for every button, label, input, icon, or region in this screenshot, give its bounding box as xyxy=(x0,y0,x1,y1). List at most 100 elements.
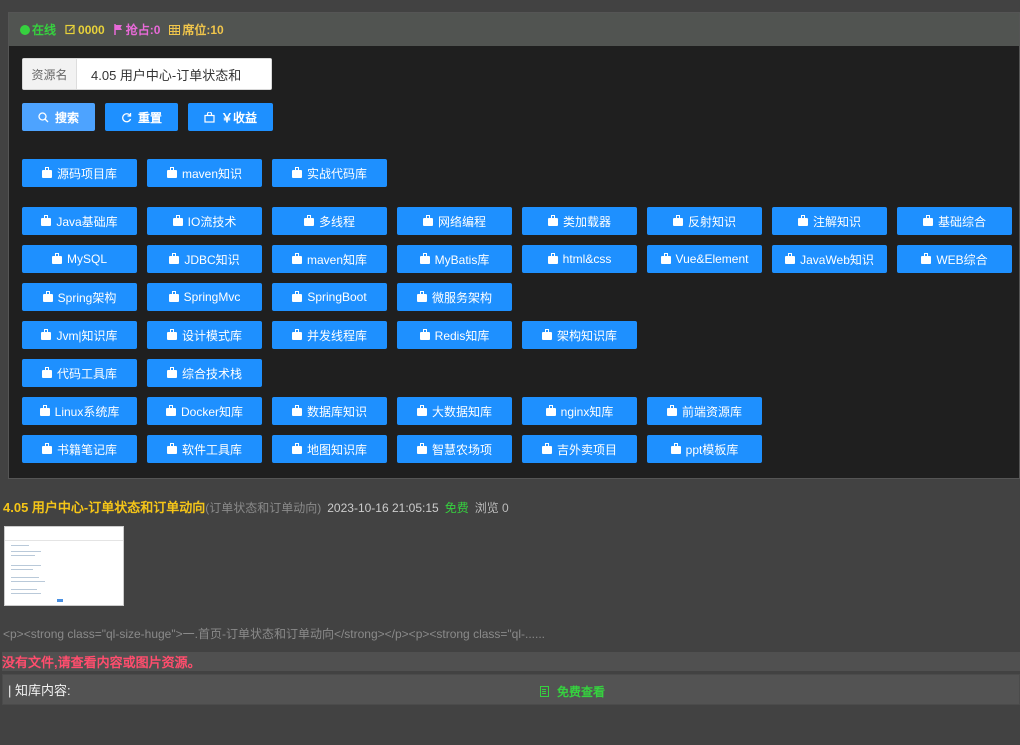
briefcase-icon xyxy=(416,405,427,416)
category-tag[interactable]: 基础综合 xyxy=(897,207,1012,235)
category-tag[interactable]: 吉外卖项目 xyxy=(522,435,637,463)
tag-row: Spring架构 SpringMvc SpringBoot 微服务架构 xyxy=(22,283,1012,311)
search-icon xyxy=(38,111,49,122)
briefcase-icon xyxy=(165,405,176,416)
category-tag[interactable]: 书籍笔记库 xyxy=(22,435,137,463)
category-tag[interactable]: 反射知识 xyxy=(647,207,762,235)
briefcase-icon xyxy=(291,405,302,416)
category-tag-label: 实战代码库 xyxy=(306,166,367,181)
category-tag[interactable]: JavaWeb知识 xyxy=(772,245,887,273)
tag-row: 源码项目库 maven知识 实战代码库 xyxy=(22,159,1012,187)
briefcase-icon xyxy=(41,215,52,226)
result-thumbnail[interactable] xyxy=(4,526,124,606)
briefcase-icon xyxy=(670,443,681,454)
category-tag[interactable]: 数据库知识 xyxy=(272,397,387,425)
category-tag[interactable]: nginx知库 xyxy=(522,397,637,425)
result-date: 2023-10-16 21:05:15 xyxy=(327,501,439,515)
category-tag[interactable]: MyBatis库 xyxy=(397,245,512,273)
category-tag-label: Redis知库 xyxy=(434,328,490,343)
thumbnail-pager xyxy=(57,599,63,602)
reset-button[interactable]: 重置 xyxy=(105,103,178,131)
search-input[interactable] xyxy=(77,59,271,89)
category-tag[interactable]: 并发线程库 xyxy=(272,321,387,349)
category-tag-label: ppt模板库 xyxy=(685,442,739,457)
category-tag[interactable]: ppt模板库 xyxy=(647,435,762,463)
briefcase-icon xyxy=(416,443,427,454)
briefcase-icon xyxy=(169,253,180,264)
category-tag[interactable]: IO流技术 xyxy=(147,207,262,235)
category-tag[interactable]: 大数据知库 xyxy=(397,397,512,425)
category-tag[interactable]: SpringMvc xyxy=(147,283,262,311)
category-tag[interactable]: 架构知识库 xyxy=(522,321,637,349)
briefcase-icon xyxy=(168,291,179,302)
edit-icon xyxy=(65,24,75,35)
count-status: 0000 xyxy=(65,23,105,37)
count-label: 0000 xyxy=(78,22,105,37)
category-tag[interactable]: MySQL xyxy=(22,245,137,273)
online-dot-icon xyxy=(20,24,30,35)
document-icon xyxy=(540,686,549,697)
category-tag[interactable]: Spring架构 xyxy=(22,283,137,311)
tag-row: MySQL JDBC知识 maven知库 MyBatis库 html&css Vue&El… xyxy=(22,245,1012,273)
category-tag[interactable]: Jvm|知识库 xyxy=(22,321,137,349)
category-tag[interactable]: 设计模式库 xyxy=(147,321,262,349)
category-tag-label: 书籍笔记库 xyxy=(56,442,117,457)
thumbnail-line xyxy=(11,565,41,566)
category-tag[interactable]: 多线程 xyxy=(272,207,387,235)
category-tag[interactable]: SpringBoot xyxy=(272,283,387,311)
category-tag[interactable]: 源码项目库 xyxy=(22,159,137,187)
category-tag-label: 代码工具库 xyxy=(56,366,117,381)
no-file-notice: 没有文件,请查看内容或图片资源。 xyxy=(2,652,1020,671)
category-tag[interactable]: 软件工具库 xyxy=(147,435,262,463)
no-file-text: 没有文件,请查看内容或图片资源。 xyxy=(2,655,201,670)
thumbnail-line xyxy=(11,551,41,552)
category-tag-label: Docker知库 xyxy=(180,404,243,419)
briefcase-icon xyxy=(166,167,177,178)
category-tag[interactable]: Docker知库 xyxy=(147,397,262,425)
category-tag[interactable]: 微服务架构 xyxy=(397,283,512,311)
briefcase-icon xyxy=(921,253,932,264)
category-tag[interactable]: maven知识 xyxy=(147,159,262,187)
briefcase-icon xyxy=(166,329,177,340)
briefcase-icon xyxy=(547,215,558,226)
briefcase-icon xyxy=(291,443,302,454)
tag-row: Java基础库 IO流技术 多线程 网络编程 类加载器 反射知识 注解知识 基础综合 xyxy=(22,207,1012,235)
category-tag[interactable]: 前端资源库 xyxy=(647,397,762,425)
thumbnail-line xyxy=(11,581,45,582)
income-button[interactable]: ￥收益 xyxy=(188,103,273,131)
category-tag[interactable]: Linux系统库 xyxy=(22,397,137,425)
briefcase-icon xyxy=(172,215,183,226)
category-tag[interactable]: 实战代码库 xyxy=(272,159,387,187)
briefcase-icon xyxy=(166,443,177,454)
income-button-label: ￥收益 xyxy=(220,110,257,125)
category-tag[interactable]: 网络编程 xyxy=(397,207,512,235)
category-tag-label: 多线程 xyxy=(318,214,355,229)
briefcase-icon xyxy=(672,215,683,226)
thumbnail-line xyxy=(11,593,41,594)
category-tag[interactable]: html&css xyxy=(522,245,637,273)
category-tag[interactable]: Vue&Element xyxy=(647,245,762,273)
result-excerpt: <p><strong class="ql-size-huge">一.首页-订单状… xyxy=(3,627,546,641)
tag-row: Jvm|知识库 设计模式库 并发线程库 Redis知库 架构知识库 xyxy=(22,321,1012,349)
online-label: 在线 xyxy=(32,23,57,37)
category-tag-label: SpringBoot xyxy=(307,290,367,304)
category-tag[interactable]: 地图知识库 xyxy=(272,435,387,463)
category-tag[interactable]: JDBC知识 xyxy=(147,245,262,273)
category-tag[interactable]: maven知库 xyxy=(272,245,387,273)
category-tag[interactable]: 综合技术栈 xyxy=(147,359,262,387)
category-tag-label: SpringMvc xyxy=(183,290,241,304)
category-tag[interactable]: 类加载器 xyxy=(522,207,637,235)
category-tag-label: 网络编程 xyxy=(437,214,486,229)
category-tag-label: 大数据知库 xyxy=(431,404,492,419)
category-tag[interactable]: 智慧农场项 xyxy=(397,435,512,463)
result-title[interactable]: 4.05 用户中心-订单状态和订单动向 xyxy=(3,497,205,516)
category-tag[interactable]: Java基础库 xyxy=(22,207,137,235)
category-tag[interactable]: 代码工具库 xyxy=(22,359,137,387)
search-button[interactable]: 搜索 xyxy=(22,103,95,131)
category-tag[interactable]: Redis知库 xyxy=(397,321,512,349)
category-tag[interactable]: 注解知识 xyxy=(772,207,887,235)
briefcase-icon xyxy=(291,329,302,340)
category-tag[interactable]: WEB综合 xyxy=(897,245,1012,273)
free-view-link[interactable]: 免费查看 xyxy=(540,683,605,700)
briefcase-icon xyxy=(39,405,50,416)
